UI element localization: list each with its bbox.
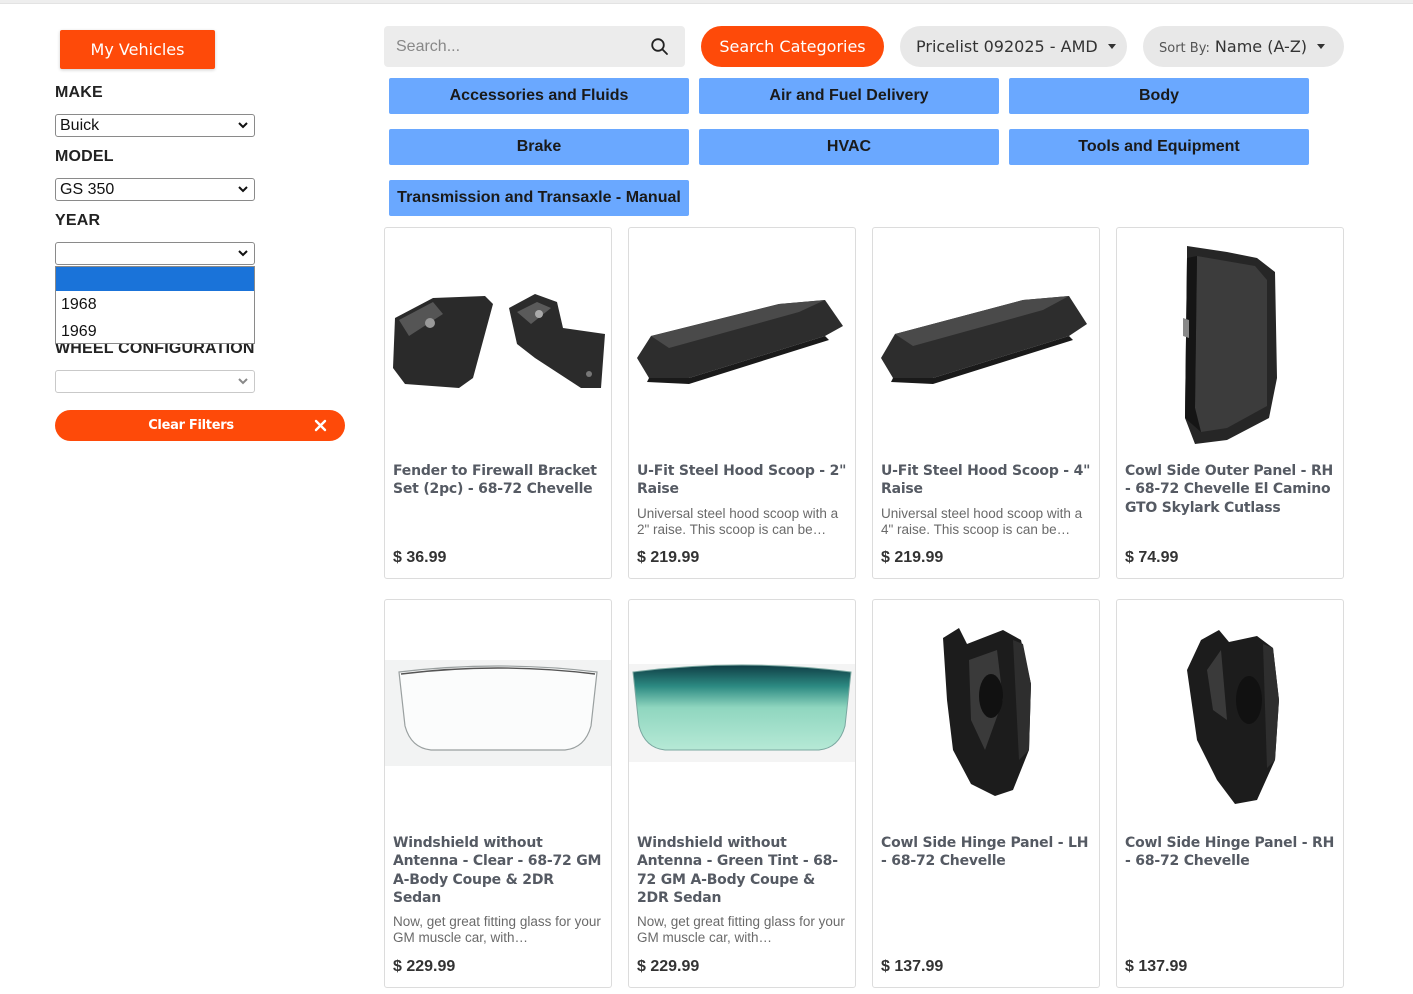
product-price: $ 74.99: [1125, 549, 1179, 566]
chevron-down-icon: [238, 250, 248, 257]
year-option-1969[interactable]: 1969: [56, 318, 254, 345]
sort-dropdown[interactable]: Sort By: Name (A-Z): [1143, 26, 1344, 67]
product-price: $ 229.99: [637, 958, 700, 975]
caret-down-icon: [1107, 43, 1116, 49]
year-option-1968[interactable]: 1968: [56, 291, 254, 318]
product-price: $ 219.99: [637, 549, 700, 566]
clear-filters-label: Clear Filters: [148, 418, 234, 433]
product-price: $ 229.99: [393, 958, 456, 975]
category-air-and-fuel-delivery[interactable]: Air and Fuel Delivery: [699, 78, 999, 114]
chevron-down-icon: [238, 122, 248, 129]
year-dropdown-list: 1968 1969: [55, 266, 255, 344]
category-brake[interactable]: Brake: [389, 129, 689, 165]
product-title[interactable]: Windshield without Antenna - Green Tint …: [637, 834, 849, 907]
make-select-value: Buick: [60, 117, 100, 134]
wheel-config-select[interactable]: [55, 370, 255, 393]
chevron-down-icon: [238, 378, 248, 385]
product-image-cowl-outer-panel: [1183, 246, 1277, 444]
my-vehicles-button[interactable]: My Vehicles: [60, 30, 215, 69]
product-description: Universal steel hood scoop with a 2" rai…: [637, 506, 839, 537]
product-title[interactable]: Windshield without Antenna - Clear - 68-…: [393, 834, 605, 907]
sort-value: Name (A-Z): [1214, 37, 1308, 56]
product-image-hood-scoop: [881, 296, 1087, 384]
product-description: Now, get great fitting glass for your GM…: [637, 914, 845, 945]
year-select[interactable]: [55, 242, 255, 265]
product-description: [1125, 914, 1339, 946]
product-price: $ 137.99: [1125, 958, 1188, 975]
pricelist-value: Pricelist 092025 - AMD: [916, 37, 1098, 56]
caret-down-icon: [1317, 43, 1326, 49]
search-icon[interactable]: [650, 37, 669, 56]
product-card[interactable]: U-Fit Steel Hood Scoop - 2" Raise Univer…: [628, 227, 856, 579]
product-image-windshield-green: [629, 664, 855, 762]
product-card[interactable]: Cowl Side Outer Panel - RH - 68-72 Cheve…: [1116, 227, 1344, 579]
model-select-value: GS 350: [60, 181, 115, 198]
product-title[interactable]: Cowl Side Hinge Panel - LH - 68-72 Cheve…: [881, 834, 1093, 871]
product-card[interactable]: Windshield without Antenna - Green Tint …: [628, 599, 856, 988]
top-border: [0, 0, 1413, 4]
product-description: Universal steel hood scoop with a 4" rai…: [881, 506, 1083, 537]
category-tools-and-equipment[interactable]: Tools and Equipment: [1009, 129, 1309, 165]
make-select[interactable]: Buick: [55, 114, 255, 137]
product-image-bracket-set: [393, 294, 605, 388]
product-description: [393, 511, 607, 543]
category-hvac[interactable]: HVAC: [699, 129, 999, 165]
product-title[interactable]: Cowl Side Hinge Panel - RH - 68-72 Cheve…: [1125, 834, 1337, 871]
product-title[interactable]: U-Fit Steel Hood Scoop - 4" Raise: [881, 462, 1093, 499]
product-title[interactable]: U-Fit Steel Hood Scoop - 2" Raise: [637, 462, 849, 499]
close-icon: [314, 419, 327, 432]
product-card[interactable]: U-Fit Steel Hood Scoop - 4" Raise Univer…: [872, 227, 1100, 579]
sort-prefix: Sort By:: [1159, 41, 1210, 56]
product-image-hinge-panel-rh: [1187, 630, 1279, 804]
product-card[interactable]: Cowl Side Hinge Panel - RH - 68-72 Cheve…: [1116, 599, 1344, 988]
product-price: $ 36.99: [393, 549, 447, 566]
search-box: [384, 26, 685, 67]
product-image-windshield-clear: [385, 660, 611, 766]
clear-filters-button[interactable]: Clear Filters: [55, 410, 345, 441]
category-accessories-and-fluids[interactable]: Accessories and Fluids: [389, 78, 689, 114]
product-price: $ 137.99: [881, 958, 944, 975]
year-label: YEAR: [55, 212, 101, 229]
product-card[interactable]: Windshield without Antenna - Clear - 68-…: [384, 599, 612, 988]
product-price: $ 219.99: [881, 549, 944, 566]
search-categories-button[interactable]: Search Categories: [701, 26, 884, 67]
year-option-empty[interactable]: [56, 267, 254, 291]
product-card[interactable]: Fender to Firewall Bracket Set (2pc) - 6…: [384, 227, 612, 579]
model-select[interactable]: GS 350: [55, 178, 255, 201]
product-description: [881, 914, 1095, 946]
product-title[interactable]: Fender to Firewall Bracket Set (2pc) - 6…: [393, 462, 605, 499]
chevron-down-icon: [238, 186, 248, 193]
product-title[interactable]: Cowl Side Outer Panel - RH - 68-72 Cheve…: [1125, 462, 1337, 517]
make-label: MAKE: [55, 84, 103, 101]
category-transmission-manual[interactable]: Transmission and Transaxle - Manual: [389, 180, 689, 216]
product-image-hinge-panel-lh: [943, 628, 1031, 796]
product-description: Now, get great fitting glass for your GM…: [393, 914, 601, 945]
category-body[interactable]: Body: [1009, 78, 1309, 114]
search-input[interactable]: [384, 26, 634, 67]
pricelist-dropdown[interactable]: Pricelist 092025 - AMD: [900, 26, 1127, 67]
product-image-hood-scoop: [637, 300, 843, 384]
model-label: MODEL: [55, 148, 114, 165]
product-card[interactable]: Cowl Side Hinge Panel - LH - 68-72 Cheve…: [872, 599, 1100, 988]
